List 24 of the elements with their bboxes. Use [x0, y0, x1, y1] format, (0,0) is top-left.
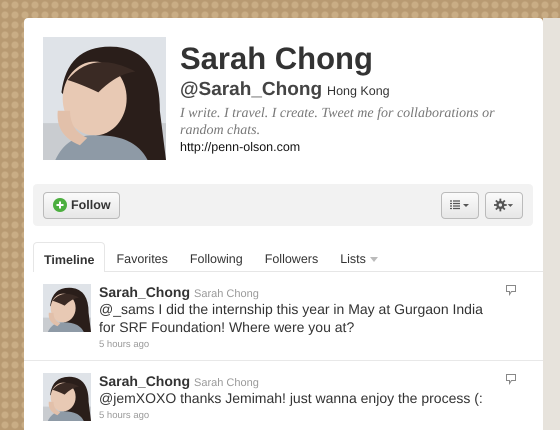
reply-icon[interactable]: [505, 284, 517, 296]
plus-icon: [53, 198, 67, 212]
tweet-full-name: Sarah Chong: [194, 377, 259, 389]
tweet-text: @jemXOXO thanks Jemimah! just wanna enjoy the process (:: [99, 389, 484, 407]
profile-link[interactable]: http://penn-olson.com: [180, 140, 510, 154]
gear-caret-icon: [494, 198, 514, 212]
profile-name: Sarah Chong: [180, 41, 374, 77]
profile-location: Hong Kong: [327, 84, 390, 98]
profile-handle: @Sarah_Chong: [180, 79, 322, 101]
tab[interactable]: Favorites: [105, 242, 179, 271]
settings-menu-button[interactable]: [485, 192, 523, 218]
tab[interactable]: Lists: [329, 242, 389, 271]
tweet-text: @_sams I did the internship this year in May at Gurgaon India for SRF Foundation! Where were you at?: [99, 300, 484, 336]
reply-icon[interactable]: [505, 373, 517, 385]
tab[interactable]: Followers: [254, 242, 330, 271]
follow-button[interactable]: Follow: [43, 192, 120, 218]
list-caret-icon: [450, 200, 470, 210]
profile-bio: I write. I travel. I create. Tweet me for collaborations or random chats.: [180, 105, 496, 139]
list-menu-button[interactable]: [441, 192, 479, 218]
tweet-username[interactable]: Sarah_Chong: [99, 284, 190, 300]
tweet-full-name: Sarah Chong: [194, 288, 259, 300]
tweet-username[interactable]: Sarah_Chong: [99, 373, 190, 389]
tab[interactable]: Timeline: [33, 242, 106, 272]
tab[interactable]: Following: [178, 242, 254, 271]
